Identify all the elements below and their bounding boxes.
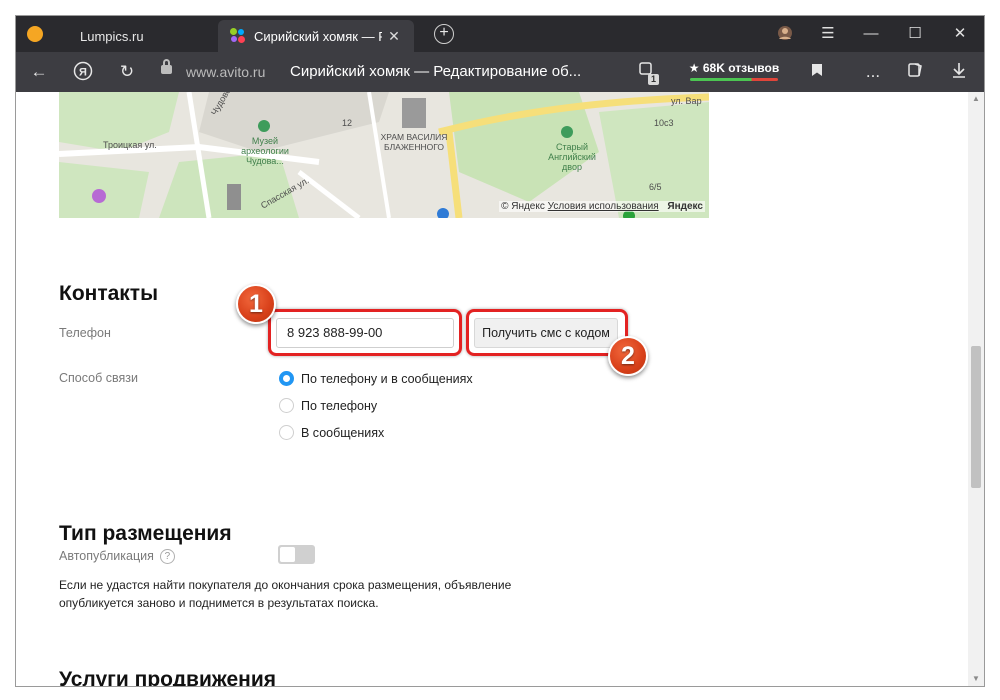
url-domain[interactable]: www.avito.ru (186, 64, 265, 80)
help-icon[interactable]: ? (159, 549, 175, 565)
map-poi-label: ХРАМ ВАСИЛИЯ БЛАЖЕННОГО (380, 132, 448, 152)
step-marker-2: 2 (608, 336, 648, 376)
browser-window: Lumpics.ru Сирийский хомяк — Ре ✕ + ☰ — … (16, 16, 984, 686)
step-marker-1: 1 (236, 284, 276, 324)
map-street-label: ул. Вар (671, 96, 702, 106)
radio-label: В сообщениях (301, 425, 385, 440)
map-brand: Яндекс (667, 201, 703, 212)
promotion-heading: Услуги продвижения (59, 668, 277, 686)
radio-icon[interactable] (279, 425, 294, 440)
highlight-phone-frame (268, 309, 462, 356)
yandex-browser-logo[interactable] (27, 26, 43, 42)
tab-label: Сирийский хомяк — Ре (254, 28, 382, 44)
map-copyright: © Яндекс (501, 201, 545, 212)
highlight-sms-frame (466, 309, 628, 356)
svg-text:Я: Я (79, 67, 87, 79)
placement-heading: Тип размещения (59, 522, 232, 545)
profile-icon[interactable] (774, 24, 796, 46)
close-window-icon[interactable]: ✕ (949, 24, 971, 46)
yandex-icon[interactable]: Я (72, 61, 94, 83)
contacts-heading: Контакты (59, 282, 159, 305)
arrow-left-icon[interactable]: ← (28, 61, 50, 83)
tab-counter-badge: 1 (648, 74, 659, 85)
reviews-badge[interactable]: ★ 68K отзывов (688, 60, 780, 82)
menu-icon[interactable]: ☰ (817, 24, 839, 46)
new-tab-button[interactable]: + (434, 24, 454, 44)
phone-label: Телефон (59, 326, 111, 340)
radio-checked-icon[interactable] (279, 371, 294, 386)
reload-icon[interactable]: ↻ (116, 61, 138, 83)
download-icon[interactable] (948, 61, 970, 83)
autopublication-toggle[interactable] (278, 545, 315, 564)
maximize-icon[interactable]: ☐ (904, 24, 926, 46)
reviews-rating-bar (690, 78, 778, 81)
minimize-icon[interactable]: — (860, 24, 882, 46)
autopublication-label: Автопубликация (59, 549, 154, 563)
tab-label: Lumpics.ru (80, 28, 144, 44)
radio-option-messages[interactable]: В сообщениях (279, 425, 384, 440)
autopublication-description: Если не удастся найти покупателя до окон… (59, 578, 512, 610)
more-icon[interactable]: ... (862, 61, 884, 83)
tab-strip: Lumpics.ru Сирийский хомяк — Ре ✕ + ☰ — … (16, 16, 984, 52)
radio-label: По телефону (301, 398, 378, 413)
map-poi-label: Музей археологии Чудова... (241, 136, 289, 166)
map-poi-label: Старый Английский двор (548, 142, 596, 172)
bookmark-icon[interactable] (806, 61, 828, 83)
radio-option-phone[interactable]: По телефону (279, 398, 377, 413)
map-house-number: 10с3 (654, 118, 674, 128)
lock-icon (161, 59, 172, 74)
map-house-number: 12 (342, 118, 353, 128)
map-attribution: © Яндекс Условия использования Яндекс (499, 201, 705, 212)
toggle-knob (280, 547, 295, 562)
page-viewport: Троицкая ул. Чудовская ул. Спасская ул. … (16, 92, 984, 686)
map-terms-link[interactable]: Условия использования (548, 201, 659, 212)
radio-label: По телефону и в сообщениях (301, 371, 473, 386)
contact-method-label: Способ связи (59, 371, 138, 385)
map-street-label: Троицкая ул. (103, 140, 157, 150)
scrollbar-thumb[interactable] (971, 346, 981, 488)
scroll-up-icon[interactable]: ▲ (968, 92, 984, 106)
address-bar: ← Я ↻ www.avito.ru Сирийский хомяк — Ред… (16, 52, 984, 92)
page-title[interactable]: Сирийский хомяк — Редактирование об... (290, 63, 581, 80)
scroll-down-icon[interactable]: ▼ (968, 672, 984, 686)
map-house-number: 6/5 (649, 182, 662, 192)
collections-icon[interactable] (905, 61, 927, 83)
map-graphic (59, 92, 709, 218)
autopublication-label-row: Автопубликация? (59, 549, 175, 565)
radio-icon[interactable] (279, 398, 294, 413)
reviews-label: ★ 68K отзывов (688, 61, 780, 75)
radio-option-phone-and-messages[interactable]: По телефону и в сообщениях (279, 371, 473, 386)
close-tab-icon[interactable]: ✕ (386, 28, 402, 45)
location-map[interactable]: Троицкая ул. Чудовская ул. Спасская ул. … (59, 92, 709, 218)
tab-lumpics[interactable]: Lumpics.ru (68, 20, 218, 52)
avito-favicon-icon (230, 28, 246, 44)
scrollbar[interactable]: ▲ ▼ (968, 92, 984, 686)
tab-avito[interactable]: Сирийский хомяк — Ре ✕ (218, 20, 414, 52)
